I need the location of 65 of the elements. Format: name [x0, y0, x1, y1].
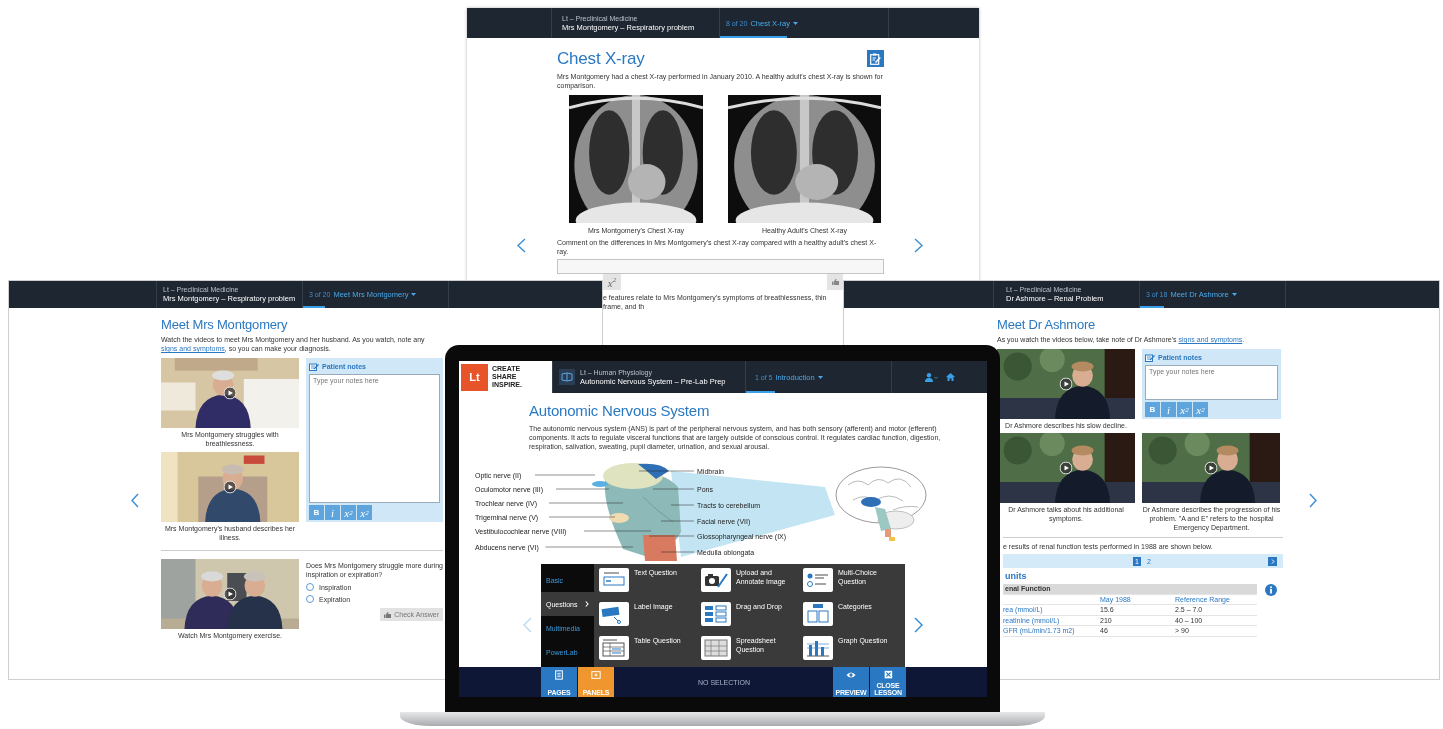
play-icon[interactable]	[1204, 461, 1218, 475]
caret-icon	[1231, 293, 1237, 296]
next-page-button[interactable]	[1268, 556, 1277, 566]
format-button[interactable]: B	[1145, 402, 1160, 417]
format-button[interactable]: i	[325, 505, 340, 520]
leader-line	[583, 530, 652, 532]
camera-icon	[701, 568, 731, 592]
spreadsheet-icon	[701, 636, 731, 660]
leader-line	[534, 474, 596, 476]
caret-icon	[817, 375, 823, 379]
info-icon[interactable]	[1265, 584, 1277, 596]
notes-icon	[1145, 353, 1155, 362]
close-icon	[883, 670, 893, 680]
clipboard-icon	[870, 52, 881, 65]
document-icon	[554, 670, 564, 680]
format-button[interactable]: x$^{2}$	[603, 274, 621, 290]
leader-line	[660, 551, 695, 553]
chevron-right-icon[interactable]	[914, 617, 923, 633]
bar-chart-icon	[803, 636, 833, 660]
format-button[interactable]: B	[309, 505, 324, 520]
home-icon[interactable]	[945, 373, 955, 381]
caret-icon	[793, 21, 799, 25]
chevron-right-icon[interactable]	[914, 238, 923, 253]
format-button[interactable]: i	[1161, 402, 1176, 417]
eye-icon	[846, 670, 856, 680]
logo: Lt	[461, 363, 488, 391]
user-icon[interactable]	[924, 372, 938, 382]
leader-line	[548, 516, 616, 518]
notes-icon	[309, 362, 319, 371]
radio-list-icon	[803, 568, 833, 592]
radio-button[interactable]	[306, 595, 314, 603]
label-tag-icon	[599, 602, 629, 626]
radio-button[interactable]	[306, 583, 314, 591]
text-field-icon	[599, 568, 629, 592]
thumbs-up-icon	[384, 611, 392, 618]
play-icon[interactable]	[1059, 461, 1073, 475]
leader-line	[638, 470, 695, 472]
notes-button[interactable]	[867, 50, 884, 67]
category-boxes-icon	[803, 602, 833, 626]
book-icon	[559, 369, 575, 385]
chevron-right-icon	[585, 601, 589, 607]
play-icon[interactable]	[1059, 377, 1073, 391]
section-heading: units	[1005, 571, 1028, 581]
chevron-right-icon[interactable]	[1309, 493, 1317, 508]
chevron-left-icon[interactable]	[517, 238, 526, 253]
leader-line	[652, 488, 695, 490]
play-icon[interactable]	[223, 587, 237, 601]
play-icon[interactable]	[223, 480, 237, 494]
plus-box-icon	[591, 670, 601, 680]
leader-line	[555, 488, 610, 490]
check-answer-button[interactable]	[827, 274, 843, 290]
leader-line	[648, 535, 695, 537]
page-title: Autonomic Nervous System	[529, 403, 711, 418]
drag-list-icon	[701, 602, 731, 626]
page-title: Chest X-ray	[557, 50, 645, 67]
play-icon[interactable]	[223, 386, 237, 400]
leader-line	[660, 520, 695, 522]
chevron-right-icon	[1270, 558, 1275, 564]
chevron-left-icon[interactable]	[131, 493, 139, 508]
page-title: Meet Mrs Montgomery	[161, 318, 289, 331]
page-title: Meet Dr Ashmore	[997, 318, 1097, 331]
table-icon	[599, 636, 629, 660]
thumbs-up-icon	[831, 279, 839, 285]
caret-icon	[411, 293, 417, 296]
leader-line	[670, 504, 695, 506]
